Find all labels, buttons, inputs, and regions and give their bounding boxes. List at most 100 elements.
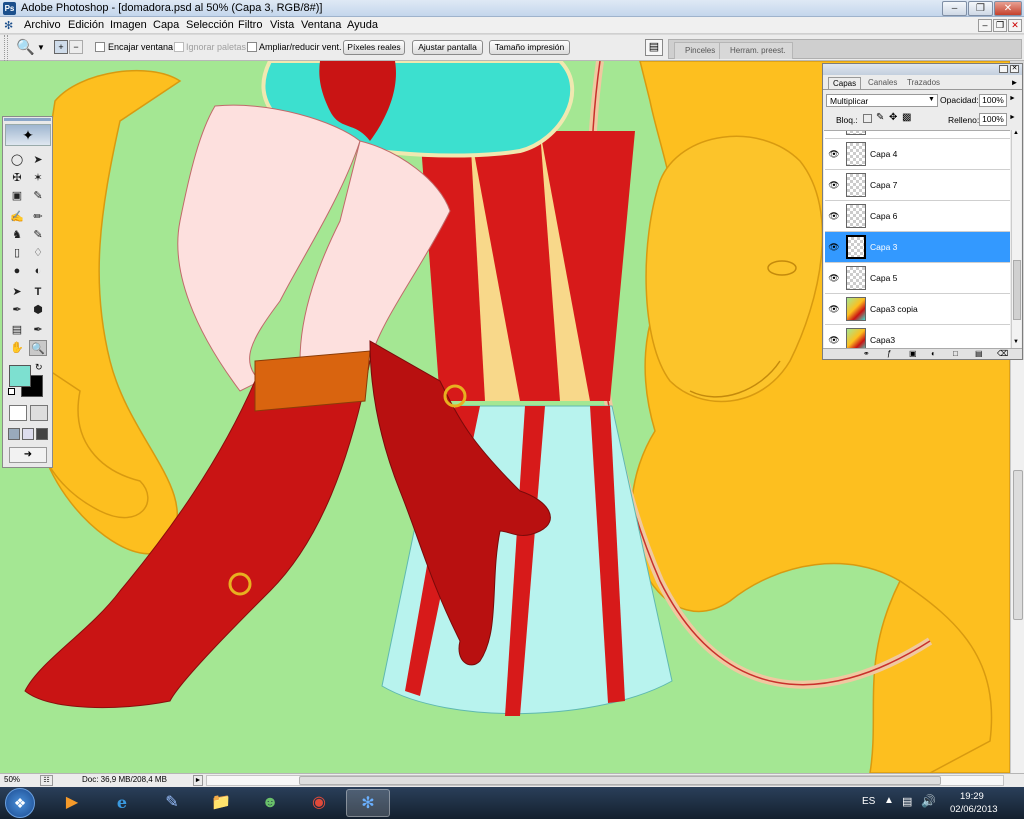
options-grip[interactable] (4, 35, 8, 61)
adjustment-layer-icon[interactable]: ◐ (931, 349, 936, 358)
menu-vista[interactable]: Vista (270, 19, 294, 31)
tab-capas[interactable]: Capas (828, 77, 862, 89)
paint-bucket-icon[interactable]: ♢ (29, 245, 47, 261)
link-layers-icon[interactable]: ⚭ (863, 349, 870, 358)
show-hidden-icons-icon[interactable]: ▲ (884, 795, 894, 806)
lock-paint-icon[interactable]: ✎ (876, 112, 884, 123)
eye-icon[interactable]: 👁 (828, 210, 840, 222)
blur-tool-icon[interactable]: ● (8, 263, 26, 279)
zoom-level[interactable]: 50% (4, 775, 20, 784)
doc-restore-button[interactable]: ❐ (993, 19, 1007, 32)
layer-list-scrollbar[interactable]: ▲ ▼ (1011, 130, 1021, 348)
doc-minimize-button[interactable]: – (978, 19, 992, 32)
eye-icon[interactable]: 👁 (828, 303, 840, 315)
tab-canales[interactable]: Canales (864, 77, 901, 89)
menu-filtro[interactable]: Filtro (238, 19, 262, 31)
layer-row-capa-5[interactable]: 👁 Capa 5 (825, 263, 1010, 294)
slice-tool-icon[interactable]: ✎ (29, 188, 47, 204)
document-icon[interactable]: ✻ (4, 19, 18, 32)
default-colors-icon[interactable] (8, 388, 15, 395)
dodge-tool-icon[interactable]: ◐ (29, 263, 47, 279)
scroll-down-icon[interactable]: ▼ (1013, 339, 1019, 345)
screen-mode-standard-icon[interactable] (8, 428, 20, 440)
menu-capa[interactable]: Capa (153, 19, 179, 31)
internet-explorer-icon[interactable]: e (100, 789, 144, 817)
quick-mask-icon[interactable] (30, 405, 48, 421)
fill-slider-icon[interactable]: ► (1009, 114, 1016, 121)
canvas-vertical-scrollbar[interactable] (1010, 360, 1024, 773)
eye-icon[interactable]: 👁 (828, 179, 840, 191)
tool-preset-dropdown-icon[interactable]: ▼ (37, 43, 45, 52)
layer-row-capa-6[interactable]: 👁 Capa 6 (825, 201, 1010, 232)
doc-close-button[interactable]: ✕ (1008, 19, 1022, 32)
herram-preest-tab[interactable]: Herram. preest. (719, 42, 793, 59)
menu-archivo[interactable]: Archivo (24, 19, 61, 31)
media-player-icon[interactable]: ▶ (50, 789, 94, 817)
brush-tool-icon[interactable]: ✏ (29, 209, 47, 225)
palette-close-icon[interactable]: ✕ (1010, 65, 1019, 73)
layers-palette-titlebar[interactable] (823, 64, 1022, 75)
lock-all-icon[interactable]: ▩ (902, 112, 911, 123)
volume-icon[interactable]: 🔊 (921, 794, 936, 808)
file-explorer-icon[interactable]: 📁 (199, 789, 243, 817)
delete-layer-icon[interactable]: ⌫ (997, 349, 1008, 358)
chrome-icon[interactable]: ◉ (297, 789, 341, 817)
shape-tool-icon[interactable]: ⬢ (29, 302, 47, 318)
eye-icon[interactable]: 👁 (828, 334, 840, 346)
menu-imagen[interactable]: Imagen (110, 19, 147, 31)
lasso-tool-icon[interactable]: ✠ (8, 170, 26, 186)
scroll-up-icon[interactable]: ▲ (1013, 130, 1019, 136)
new-layer-icon[interactable]: ▤ (975, 349, 983, 358)
opacity-input[interactable]: 100% (979, 94, 1007, 107)
imageready-jump-icon[interactable]: ➜ (9, 447, 47, 463)
zoom-tool-icon[interactable]: 🔍 (16, 38, 35, 56)
encajar-ventana-checkbox[interactable] (95, 42, 105, 52)
screen-mode-menu-icon[interactable] (22, 428, 34, 440)
ampliar-reducir-checkbox[interactable] (247, 42, 257, 52)
clock-date[interactable]: 02/06/2013 (950, 804, 998, 815)
eye-icon[interactable]: 👁 (828, 148, 840, 160)
menu-seleccion[interactable]: Selección (186, 19, 234, 31)
ajustar-pantalla-button[interactable]: Ajustar pantalla (412, 40, 483, 55)
magic-wand-tool-icon[interactable]: ✶ (29, 170, 47, 186)
status-menu-icon[interactable]: ► (193, 775, 203, 786)
notes-tool-icon[interactable]: ▤ (8, 322, 26, 338)
layer-row-capa-4[interactable]: 👁 Capa 4 (825, 139, 1010, 170)
standard-mode-icon[interactable] (9, 405, 27, 421)
menu-ayuda[interactable]: Ayuda (347, 19, 378, 31)
layer-row-partial[interactable] (825, 131, 1010, 139)
eraser-tool-icon[interactable]: ▯ (8, 245, 26, 261)
eyedropper-tool-icon[interactable]: ✒ (29, 322, 47, 338)
pen-tool-icon[interactable]: ✒ (8, 302, 26, 318)
clone-stamp-icon[interactable]: ♞ (8, 227, 26, 243)
pixeles-reales-button[interactable]: Píxeles reales (343, 40, 405, 55)
move-tool-icon[interactable]: ➤ (29, 152, 47, 168)
lock-move-icon[interactable]: ✥ (889, 112, 897, 123)
healing-brush-icon[interactable]: ✍ (8, 209, 26, 225)
clock-time[interactable]: 19:29 (960, 791, 984, 802)
maximize-button[interactable]: ❐ (968, 1, 993, 16)
history-brush-icon[interactable]: ✎ (29, 227, 47, 243)
tamano-impresion-button[interactable]: Tamaño impresión (489, 40, 570, 55)
marquee-tool-icon[interactable]: ◯ (8, 152, 26, 168)
foreground-color-swatch[interactable] (9, 365, 31, 387)
vertical-scroll-thumb[interactable] (1013, 470, 1023, 620)
network-icon[interactable]: ▤ (902, 795, 912, 808)
palette-menu-icon[interactable]: ► (1009, 78, 1020, 88)
menu-ventana[interactable]: Ventana (301, 19, 341, 31)
palette-minimize-icon[interactable] (999, 65, 1008, 73)
messenger-icon[interactable]: ☻ (248, 789, 292, 817)
close-button[interactable]: ✕ (994, 1, 1022, 16)
blend-mode-select[interactable]: Multiplicar ▼ (826, 94, 938, 107)
layer-row-capa-7[interactable]: 👁 Capa 7 (825, 170, 1010, 201)
canvas-horizontal-scrollbar[interactable] (206, 775, 1004, 786)
zoom-out-icon[interactable]: − (69, 40, 83, 54)
start-button[interactable]: ❖ (5, 788, 35, 818)
tab-trazados[interactable]: Trazados (903, 77, 944, 89)
menu-edicion[interactable]: Edición (68, 19, 104, 31)
path-selection-icon[interactable]: ➤ (8, 284, 26, 300)
scrollbar-thumb[interactable] (1013, 260, 1021, 320)
swap-colors-icon[interactable]: ↻ (35, 362, 43, 373)
palette-well-icon[interactable]: ▤ (645, 39, 663, 56)
horizontal-scroll-thumb[interactable] (299, 776, 941, 785)
